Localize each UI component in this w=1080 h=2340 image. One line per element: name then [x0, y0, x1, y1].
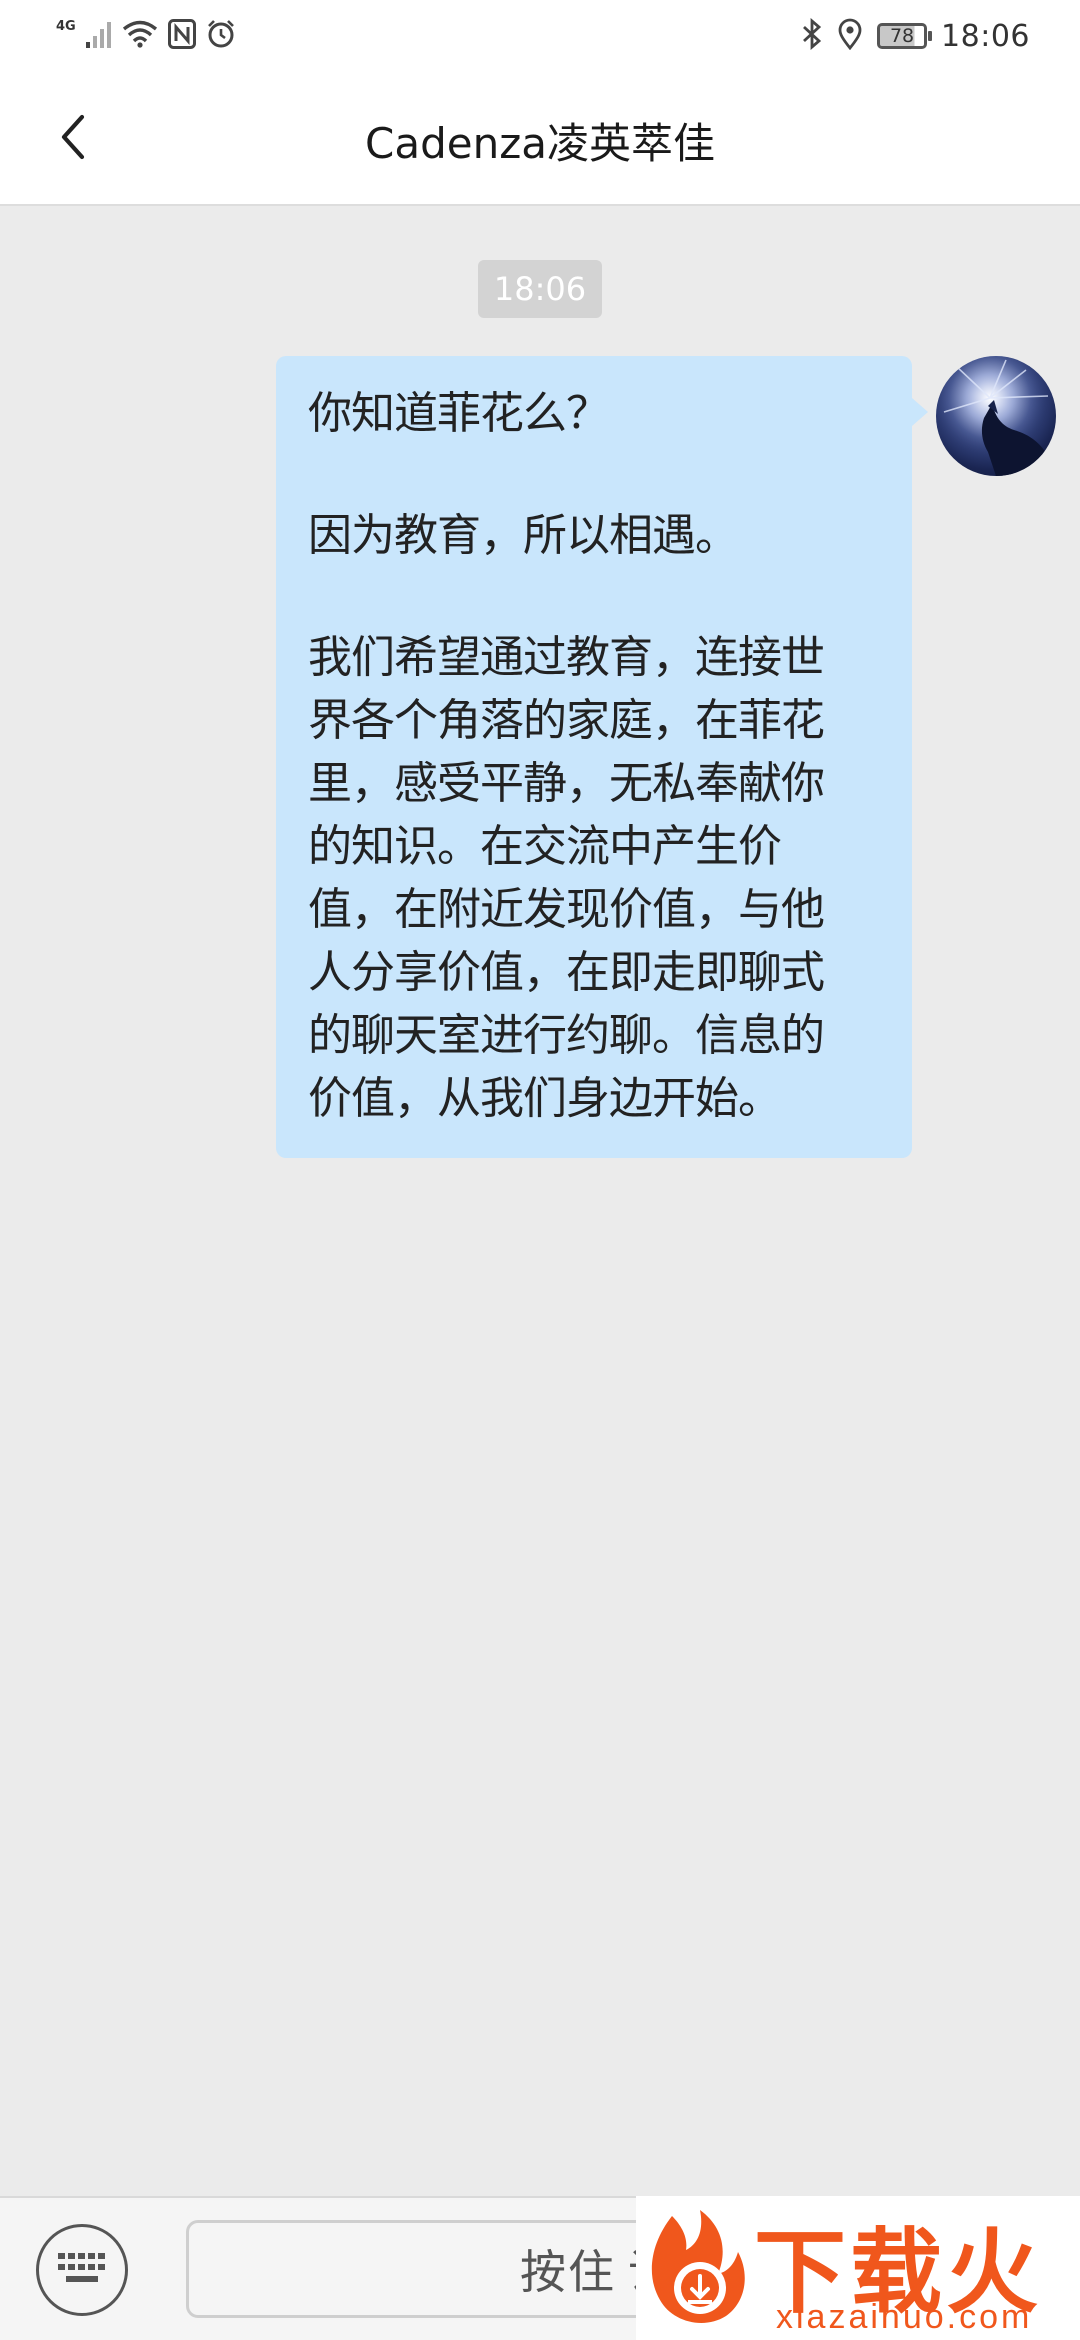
message-line: 的聊天室进行约聊。信息的 [308, 1010, 825, 1061]
keyboard-icon [56, 2251, 108, 2289]
status-right: 78 18:06 [801, 14, 1030, 58]
wifi-icon [122, 20, 158, 52]
signal-icon [85, 20, 112, 52]
chat-area[interactable]: 18:06 你知道菲花么？ 因为教育，所以相遇。 我们希望通过教育，连接世 界各… [0, 206, 1080, 2196]
bluetooth-icon [801, 17, 823, 54]
battery-level: 78 [889, 25, 915, 47]
message-line: 值，在附近发现价值，与他 [308, 884, 825, 935]
nfc-icon [167, 19, 196, 53]
battery-icon: 78 [877, 23, 933, 49]
page-title: Cadenza凌英萃佳 [365, 118, 715, 168]
alarm-icon [206, 19, 236, 53]
title-bar: Cadenza凌英萃佳 [0, 76, 1080, 206]
network-type: 4G [56, 18, 76, 34]
avatar[interactable] [936, 356, 1056, 476]
message-line: 价值，从我们身边开始。 [308, 1073, 782, 1124]
keyboard-toggle-button[interactable] [36, 2224, 128, 2316]
status-time: 18:06 [941, 18, 1030, 54]
location-icon [837, 18, 863, 54]
watermark-domain: xiazaihuo.com [776, 2298, 1033, 2336]
watermark: 下载火 xiazaihuo.com [636, 2196, 1080, 2340]
message-line: 的知识。在交流中产生价 [308, 821, 782, 872]
message-line: 因为教育，所以相遇。 [308, 510, 739, 561]
message-bubble[interactable]: 你知道菲花么？ 因为教育，所以相遇。 我们希望通过教育，连接世 界各个角落的家庭… [276, 356, 928, 1158]
flame-logo-icon [642, 2204, 750, 2338]
message-line: 人分享价值，在即走即聊式 [308, 947, 825, 998]
message-line: 我们希望通过教育，连接世 [308, 632, 825, 683]
message-timestamp: 18:06 [478, 260, 602, 318]
message-line: 里，感受平静，无私奉献你 [308, 758, 825, 809]
hold-label: 按住 [520, 2245, 616, 2299]
message-line: 你知道菲花么？ [308, 388, 610, 439]
message-line: 界各个角落的家庭，在菲花 [308, 695, 825, 746]
status-left: 4G [56, 16, 236, 56]
status-bar: 4G 78 18:06 [0, 0, 1080, 76]
